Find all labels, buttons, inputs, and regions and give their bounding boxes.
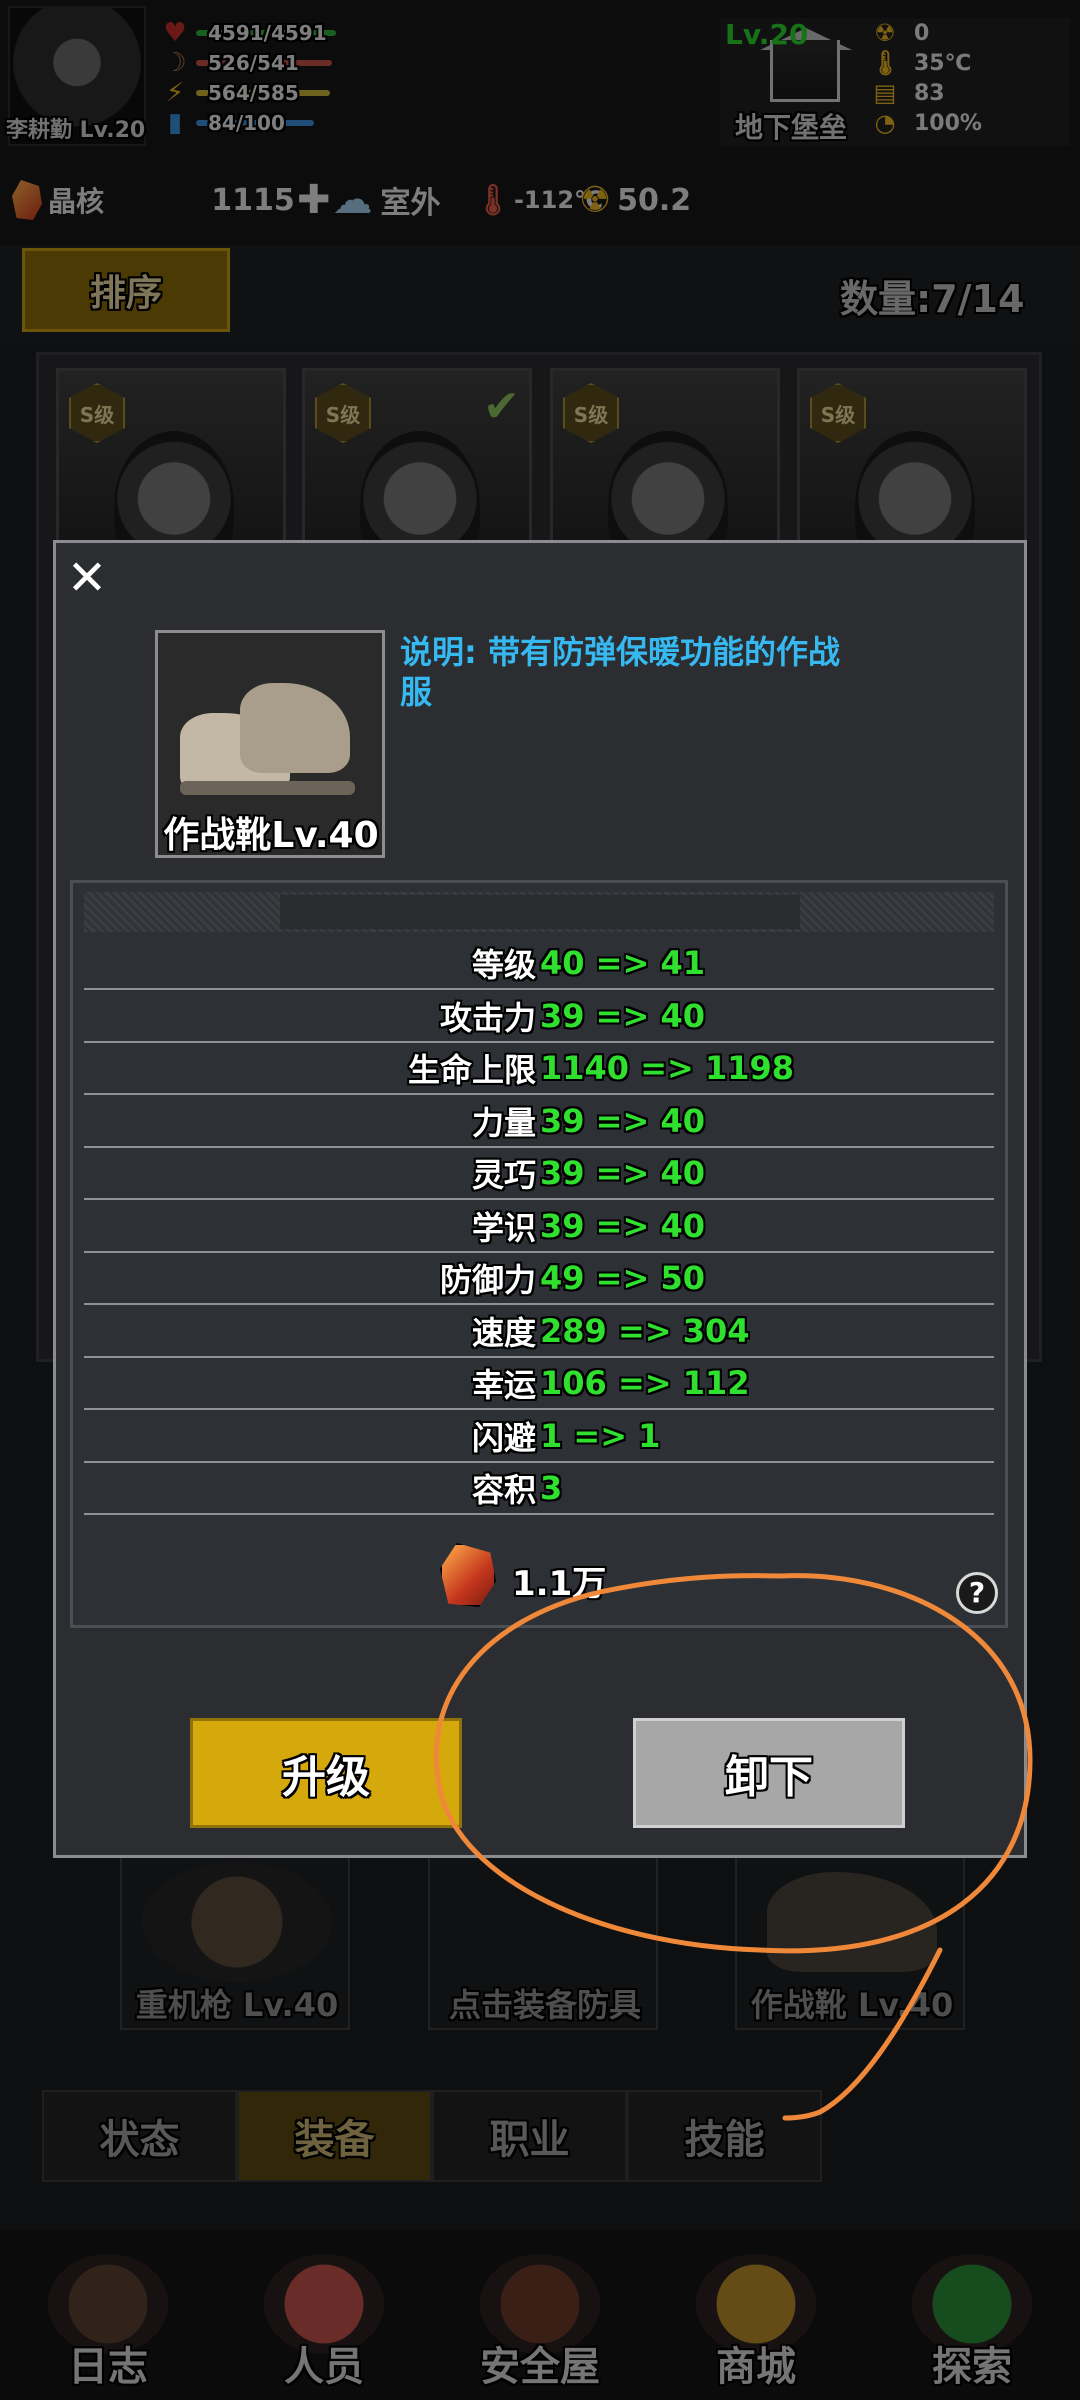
upgrade-stat-row: 防御力 49 => 50 [84,1253,994,1305]
upgrade-stat-row: 生命上限 1140 => 1198 [84,1043,994,1095]
item-name: 作战靴Lv.40 [163,815,379,856]
stat-change: 39 => 40 [540,996,705,1035]
stat-change: 1 => 1 [540,1416,661,1455]
upgrade-stat-row: 灵巧 39 => 40 [84,1148,994,1200]
stat-change: 106 => 112 [540,1364,750,1402]
stat-change: 39 => 40 [540,1154,705,1192]
stats-panel-header-center [280,895,800,929]
upgrade-button[interactable]: 升级 [190,1718,462,1828]
stat-name: 力量 [471,1103,536,1142]
close-icon[interactable]: ✕ [62,553,112,603]
stat-name: 防御力 [439,1261,536,1299]
help-icon[interactable]: ? [956,1572,998,1614]
upgrade-stat-row: 闪避 1 => 1 [84,1411,994,1463]
upgrade-stat-row: 攻击力 39 => 40 [84,991,994,1043]
stat-change: 39 => 40 [540,1206,705,1245]
stat-change: 3 [540,1469,563,1507]
upgrade-stat-row: 学识 39 => 40 [84,1201,994,1253]
upgrade-cost: 1.1万 [512,1564,607,1604]
combat-boots-icon [180,663,360,803]
stat-name: 等级 [471,946,536,984]
stat-name: 幸运 [471,1366,536,1404]
upgrade-stat-row: 等级 40 => 41 [84,938,994,990]
stat-change: 39 => 40 [540,1101,705,1140]
item-description: 说明: 带有防弹保暖功能的作战服 [400,633,840,711]
stat-name: 速度 [471,1313,536,1352]
stat-change: 289 => 304 [540,1311,750,1350]
stat-name: 闪避 [471,1418,536,1457]
stat-name: 学识 [471,1208,536,1247]
stat-name: 生命上限 [407,1051,536,1089]
stat-change: 49 => 50 [540,1259,705,1297]
stat-change: 1140 => 1198 [540,1049,795,1087]
upgrade-stat-row: 容积 3 [84,1463,994,1515]
stat-change: 40 => 41 [540,944,705,982]
unequip-button[interactable]: 卸下 [633,1718,905,1828]
stat-name: 灵巧 [471,1156,536,1194]
stat-name: 攻击力 [439,998,536,1037]
upgrade-stat-row: 幸运 106 => 112 [84,1358,994,1410]
upgrade-stat-row: 速度 289 => 304 [84,1306,994,1358]
upgrade-stat-row: 力量 39 => 40 [84,1096,994,1148]
stat-name: 容积 [471,1471,536,1509]
